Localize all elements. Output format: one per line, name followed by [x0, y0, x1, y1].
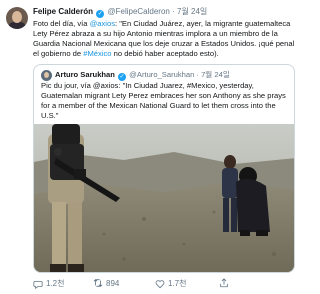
quoted-text-part: Pic du jour, vía — [41, 81, 93, 90]
quoted-photo[interactable] — [34, 124, 295, 273]
heart-icon — [155, 279, 165, 288]
share-icon — [220, 278, 228, 288]
quoted-hashtag-mexico: #Mexico — [186, 81, 216, 90]
tweet-actions: 1.2천 894 1.7천 — [33, 278, 295, 290]
avatar-face — [12, 11, 22, 23]
header-separator: · — [172, 7, 175, 16]
retweet-button[interactable]: 894 — [93, 278, 119, 288]
share-button[interactable] — [219, 278, 229, 288]
like-count: 1.7천 — [168, 279, 187, 288]
reply-count: 1.2천 — [46, 279, 65, 288]
author-avatar[interactable] — [6, 7, 28, 29]
author-name[interactable]: Felipe Calderón — [33, 7, 93, 16]
tweet-date[interactable]: 7월 24일 — [177, 7, 207, 16]
quoted-tweet-header: Arturo Sarukhan ✓ @Arturo_Sarukhan · 7월 … — [55, 70, 230, 81]
tweet-text-part: Foto del día, vía — [33, 19, 90, 28]
avatar-suit — [8, 22, 26, 29]
tweet-header: Felipe Calderón ✓ @FelipeCalderon · 7월 2… — [33, 7, 207, 18]
quoted-text-part: : "In Ciudad Juarez, — [118, 81, 187, 90]
verified-icon: ✓ — [96, 10, 105, 18]
quoted-header-separator: · — [196, 70, 199, 79]
quoted-tweet-date: 7월 24일 — [201, 70, 230, 79]
tweet-text-part: no debió haber aceptado esto). — [111, 49, 219, 58]
tweet-text: Foto del día, vía @axios: "En Ciudad Juá… — [33, 19, 295, 59]
quoted-verified-icon: ✓ — [118, 73, 127, 81]
like-button[interactable]: 1.7천 — [155, 278, 186, 289]
quoted-author-avatar[interactable] — [41, 70, 52, 81]
hashtag-mexico[interactable]: #México — [83, 49, 111, 58]
reply-button[interactable]: 1.2천 — [33, 278, 64, 289]
reply-icon — [33, 280, 43, 289]
author-handle[interactable]: @FelipeCalderon — [107, 7, 169, 16]
quoted-mention-axios: @axios — [92, 81, 119, 90]
quoted-author-handle: @Arturo_Sarukhan — [129, 70, 195, 79]
mention-axios[interactable]: @axios — [90, 19, 115, 28]
retweet-icon — [93, 279, 103, 287]
quoted-tweet-text: Pic du jour, vía @axios: "In Ciudad Juar… — [41, 81, 289, 121]
retweet-count: 894 — [106, 278, 120, 288]
quoted-tweet[interactable]: Arturo Sarukhan ✓ @Arturo_Sarukhan · 7월 … — [33, 64, 295, 273]
tweet[interactable]: Felipe Calderón ✓ @FelipeCalderon · 7월 2… — [0, 0, 300, 294]
quoted-author-name: Arturo Sarukhan — [55, 70, 115, 79]
quoted-avatar-face — [44, 72, 49, 78]
